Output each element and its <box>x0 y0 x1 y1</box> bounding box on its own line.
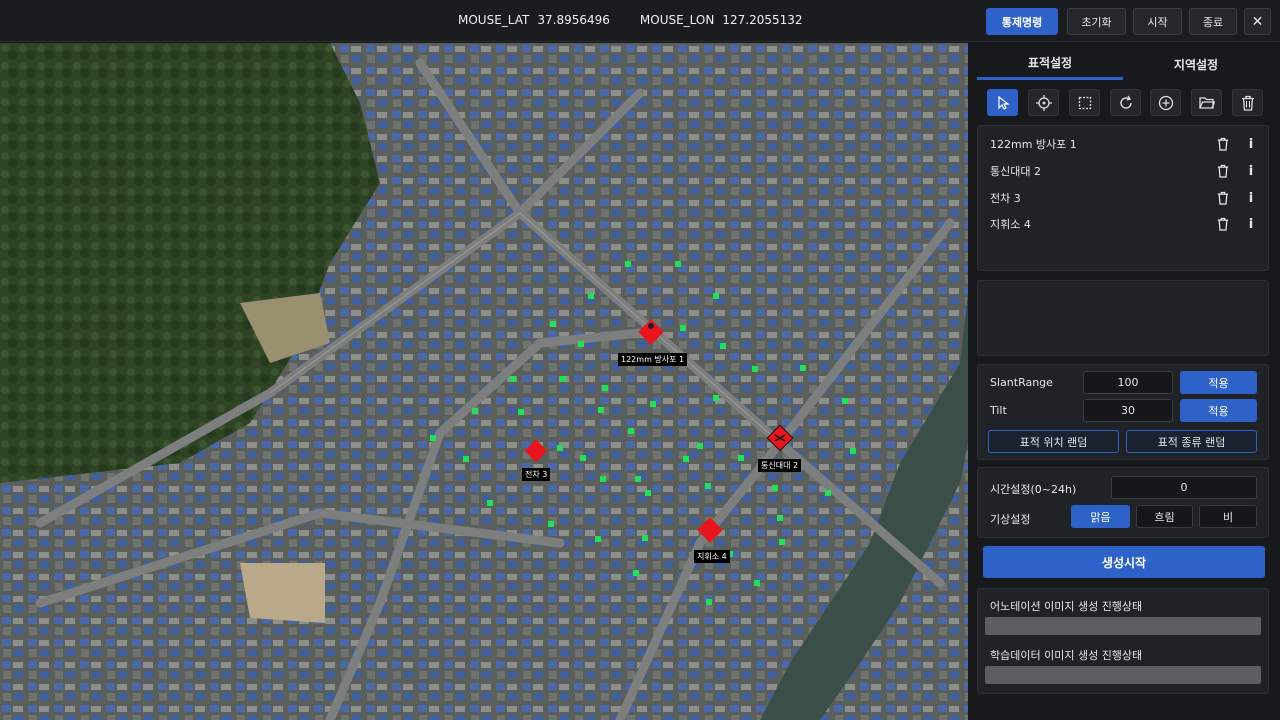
weather-label: 기상설정 <box>990 513 1031 526</box>
generate-start-button[interactable]: 생성시작 <box>983 546 1265 578</box>
target-name: 전차 3 <box>990 192 1021 205</box>
weather-clear-button[interactable]: 맑음 <box>1071 505 1130 528</box>
target-name: 122mm 방사포 1 <box>990 138 1077 151</box>
trash-icon[interactable] <box>1216 164 1230 178</box>
target-info-box <box>977 280 1269 356</box>
list-item[interactable]: 통신대대 2 i <box>990 161 1258 181</box>
slant-range-input[interactable]: 100 <box>1083 371 1173 394</box>
trash-icon[interactable] <box>1216 191 1230 205</box>
weather-rain-button[interactable]: 비 <box>1199 505 1257 528</box>
annotation-progress-bar <box>985 617 1261 635</box>
random-type-button[interactable]: 표적 종류 랜덤 <box>1126 430 1257 453</box>
mouse-lon-label: MOUSE_LON <box>639 13 715 27</box>
trash-icon[interactable] <box>1216 217 1230 231</box>
map-label-2: 통신대대 2 <box>758 459 802 472</box>
start-button[interactable]: 시작 <box>1133 8 1182 35</box>
reset-button[interactable]: 초기화 <box>1067 8 1126 35</box>
time-input[interactable]: 0 <box>1111 476 1257 499</box>
tilt-input[interactable]: 30 <box>1083 399 1173 422</box>
info-icon[interactable]: i <box>1244 217 1258 232</box>
slant-range-label: SlantRange <box>990 376 1053 389</box>
target-name: 지휘소 4 <box>990 218 1031 231</box>
random-position-button[interactable]: 표적 위치 랜덤 <box>988 430 1119 453</box>
slant-apply-button[interactable]: 적용 <box>1180 371 1257 394</box>
exit-button[interactable]: 종료 <box>1189 8 1237 35</box>
cursor-icon[interactable] <box>987 89 1018 116</box>
training-progress-label: 학습데이터 이미지 생성 진행상태 <box>990 649 1143 662</box>
folder-open-icon[interactable] <box>1191 89 1222 116</box>
map-canvas <box>0 43 968 720</box>
add-icon[interactable] <box>1150 89 1181 116</box>
list-item[interactable]: 122mm 방사포 1 i <box>990 134 1258 154</box>
mouse-lat-label: MOUSE_LAT <box>458 13 530 27</box>
target-name: 통신대대 2 <box>990 165 1041 178</box>
settings-tabs: 표적설정 지역설정 <box>977 48 1269 80</box>
trash-icon[interactable] <box>1216 137 1230 151</box>
info-icon[interactable]: i <box>1244 164 1258 179</box>
list-item[interactable]: 지휘소 4 i <box>990 214 1258 234</box>
tab-region-settings[interactable]: 지역설정 <box>1123 48 1269 80</box>
info-icon[interactable]: i <box>1244 137 1258 152</box>
time-label: 시간설정(0~24h) <box>990 483 1077 496</box>
annotation-progress-label: 어노테이션 이미지 생성 진행상태 <box>990 600 1143 613</box>
mouse-coordinates: MOUSE_LAT 37.8956496 MOUSE_LON 127.2055132 <box>458 13 811 27</box>
list-item[interactable]: 전차 3 i <box>990 188 1258 208</box>
map-label-3: 전차 3 <box>522 468 551 481</box>
mouse-lon-value: 127.2055132 <box>722 13 803 27</box>
trash-icon[interactable] <box>1232 89 1263 116</box>
select-rect-icon[interactable] <box>1069 89 1100 116</box>
map-label-1: 122mm 방사포 1 <box>618 353 688 366</box>
tab-target-settings[interactable]: 표적설정 <box>977 48 1123 80</box>
map-label-4: 지휘소 4 <box>694 550 730 563</box>
weather-cloudy-button[interactable]: 흐림 <box>1136 505 1193 528</box>
crosshair-icon[interactable] <box>1028 89 1059 116</box>
tilt-label: Tilt <box>990 404 1007 417</box>
control-command-button[interactable]: 통제명령 <box>986 8 1058 35</box>
close-icon[interactable]: ✕ <box>1244 8 1271 35</box>
tilt-apply-button[interactable]: 적용 <box>1180 399 1257 422</box>
refresh-icon[interactable] <box>1110 89 1141 116</box>
top-bar: MOUSE_LAT 37.8956496 MOUSE_LON 127.2055132 … <box>0 0 1280 42</box>
satellite-map[interactable]: 122mm 방사포 1 전차 3 통신대대 2 지휘소 4 <box>0 43 968 720</box>
training-progress-bar <box>985 666 1261 684</box>
mouse-lat-value: 37.8956496 <box>537 13 610 27</box>
info-icon[interactable]: i <box>1244 191 1258 206</box>
